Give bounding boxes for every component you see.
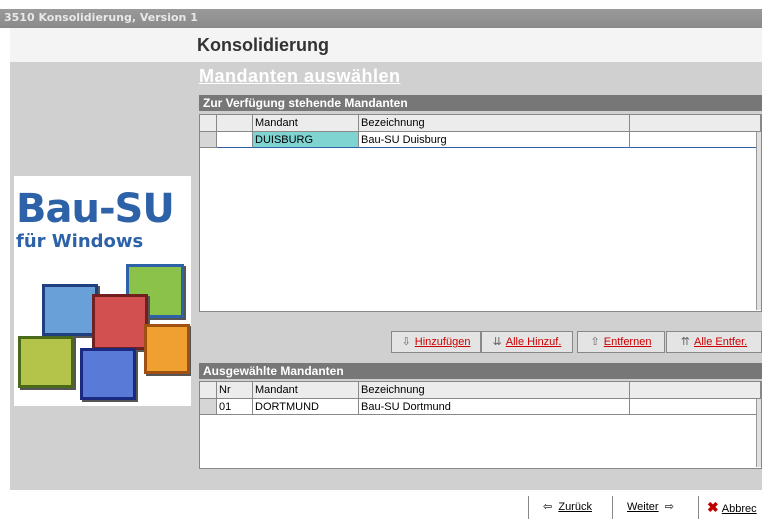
selected-heading: Ausgewählte Mandanten (199, 363, 762, 379)
window-title: 3510 Konsolidierung, Version 1 (4, 11, 198, 24)
arrow-up-icon: ⇧ (590, 336, 600, 348)
cell-bezeichnung[interactable]: Bau-SU Dortmund (359, 399, 630, 415)
window-titlebar: 3510 Konsolidierung, Version 1 (0, 9, 762, 28)
cell-bezeichnung[interactable]: Bau-SU Duisburg (359, 132, 630, 148)
logo-cube-icon (42, 284, 98, 336)
table-header: Nr Mandant Bezeichnung (200, 382, 761, 399)
column-header-nr[interactable]: Nr (217, 382, 253, 398)
row-selector[interactable] (200, 399, 217, 415)
arrow-down-icon: ⇩ (401, 336, 411, 348)
header: Konsolidierung (10, 28, 762, 62)
add-all-button[interactable]: ⇊ Alle Hinzuf. (481, 331, 573, 353)
scrollbar[interactable] (756, 132, 761, 310)
remove-all-button[interactable]: ⇈ Alle Entfer. (666, 331, 762, 353)
remove-label: Entfernen (603, 336, 652, 348)
section-title: Mandanten auswählen (199, 66, 401, 86)
double-arrow-down-icon: ⇊ (492, 336, 502, 348)
logo-cube-icon (18, 336, 74, 388)
remove-button[interactable]: ⇧ Entfernen (577, 331, 665, 353)
column-header-mandant[interactable]: Mandant (253, 382, 359, 398)
column-header-bezeichnung[interactable]: Bezeichnung (359, 115, 630, 131)
logo-cube-icon (144, 324, 190, 374)
rowselect-header (200, 115, 217, 131)
cell-empty (630, 399, 761, 415)
transfer-toolbar: ⇩ Hinzufügen ⇊ Alle Hinzuf. ⇧ Entfernen ⇈ Al… (391, 331, 762, 353)
cancel-label: Abbrec (721, 503, 757, 515)
logo-cube-icon (92, 294, 148, 350)
product-logo: Bau-SU für Windows (14, 176, 191, 406)
spacer-header (217, 115, 253, 131)
scrollbar[interactable] (756, 399, 761, 467)
row-selector[interactable] (200, 132, 217, 148)
logo-subtitle: für Windows (16, 231, 144, 252)
available-table[interactable]: Mandant Bezeichnung DUISBURG Bau-SU Duis… (199, 114, 762, 312)
selected-table[interactable]: Nr Mandant Bezeichnung 01 DORTMUND Bau-S… (199, 381, 762, 469)
logo-title: Bau-SU (16, 186, 175, 232)
available-heading-label: Zur Verfügung stehende Mandanten (203, 96, 408, 110)
page-title: Konsolidierung (197, 35, 329, 55)
remove-all-label: Alle Entfer. (694, 336, 748, 348)
cell-empty (630, 132, 761, 148)
selected-heading-label: Ausgewählte Mandanten (203, 364, 344, 378)
cell-mandant[interactable]: DORTMUND (253, 399, 359, 415)
column-header-empty (630, 115, 761, 131)
column-header-mandant[interactable]: Mandant (253, 115, 359, 131)
add-label: Hinzufügen (414, 336, 471, 348)
double-arrow-up-icon: ⇈ (680, 336, 690, 348)
logo-cube-icon (80, 348, 136, 400)
add-all-label: Alle Hinzuf. (505, 336, 562, 348)
cancel-button[interactable]: ✖ Abbrec (698, 496, 762, 519)
table-header: Mandant Bezeichnung (200, 115, 761, 132)
cell-mandant[interactable]: DUISBURG (253, 132, 359, 148)
next-button[interactable]: Weiter ⇨ (612, 496, 698, 519)
arrow-right-icon: ⇨ (664, 501, 674, 513)
arrow-left-icon: ⇦ (543, 501, 553, 513)
column-header-empty (630, 382, 761, 398)
close-icon: ✖ (707, 499, 719, 515)
column-header-bezeichnung[interactable]: Bezeichnung (359, 382, 630, 398)
row-spacer (217, 132, 253, 148)
back-label: Zurück (558, 501, 592, 513)
back-button[interactable]: ⇦ Zurück (528, 496, 612, 519)
table-row[interactable]: 01 DORTMUND Bau-SU Dortmund (200, 399, 761, 415)
rowselect-header (200, 382, 217, 398)
next-label: Weiter (627, 501, 659, 513)
cell-nr[interactable]: 01 (217, 399, 253, 415)
available-heading: Zur Verfügung stehende Mandanten (199, 95, 762, 111)
table-row[interactable]: DUISBURG Bau-SU Duisburg (200, 132, 761, 148)
add-button[interactable]: ⇩ Hinzufügen (391, 331, 481, 353)
